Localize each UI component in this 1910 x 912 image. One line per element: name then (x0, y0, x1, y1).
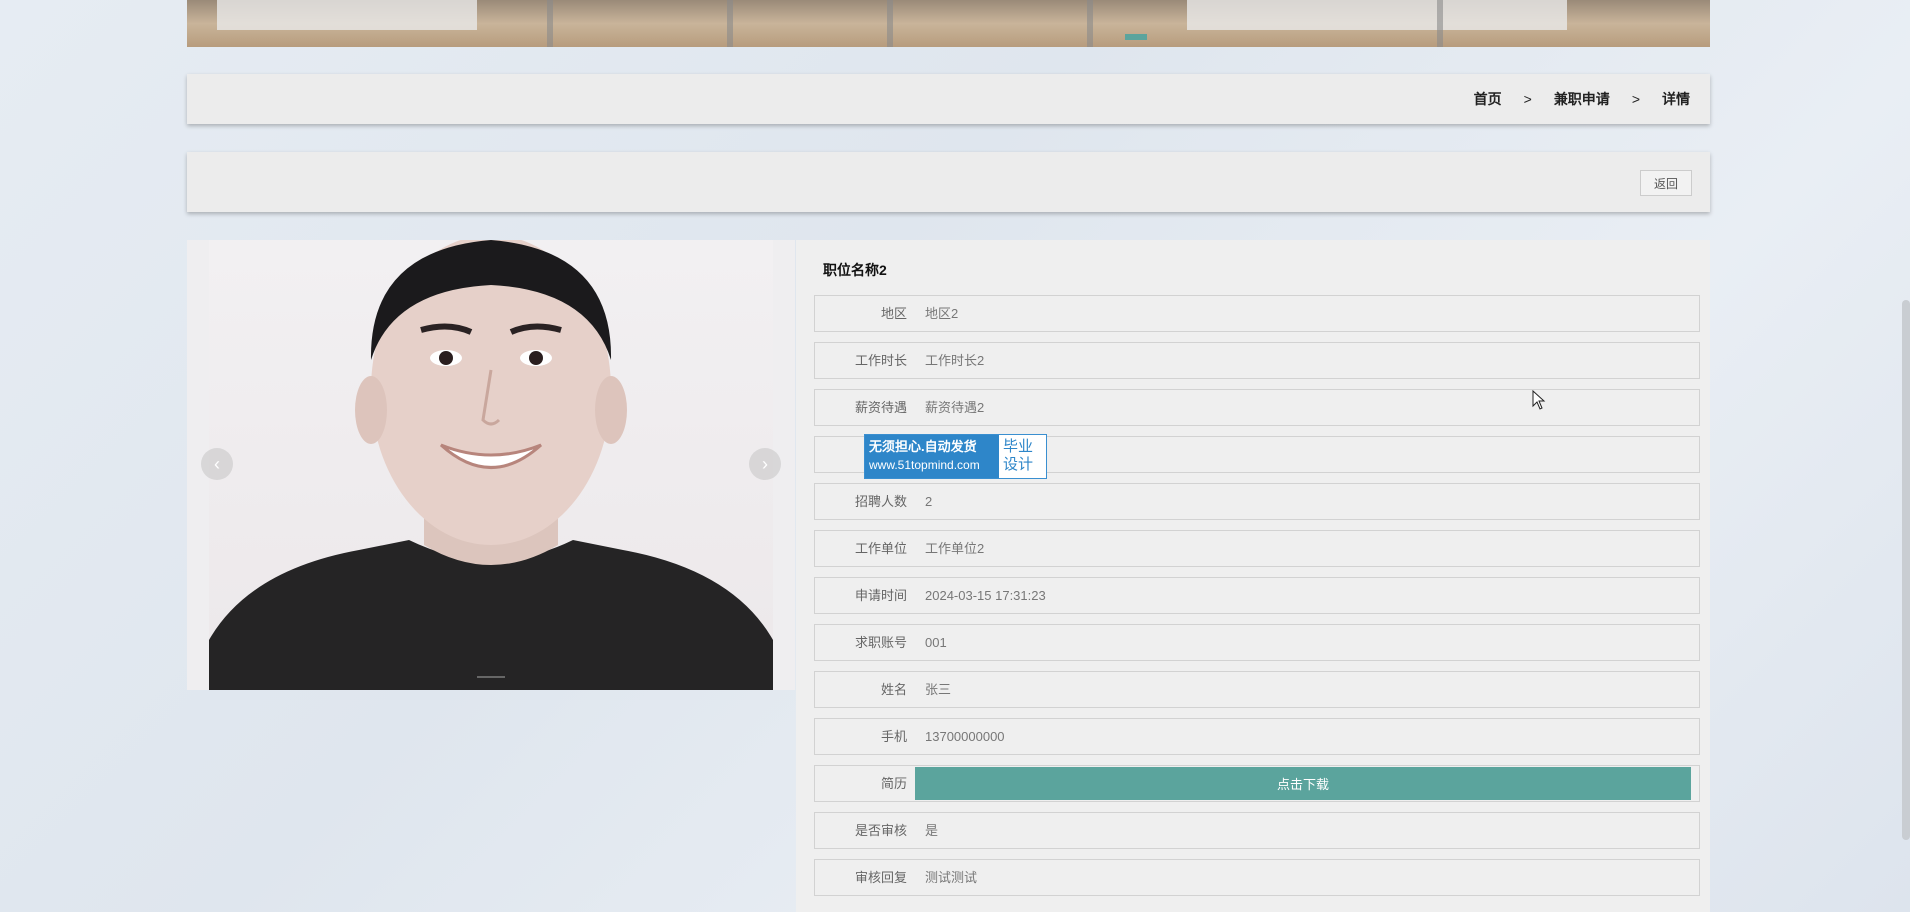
watermark-text: 无须担心.自动发货 www.51topmind.com (865, 435, 999, 478)
breadcrumb-section[interactable]: 兼职申请 (1554, 89, 1610, 109)
field-label: 工作单位 (854, 541, 907, 556)
field-label: 求职账号 (854, 635, 907, 650)
detail-row-headcount: 招聘人数 2 (814, 483, 1700, 520)
mouse-cursor-icon (1532, 390, 1546, 410)
banner-window (217, 0, 477, 30)
watermark-tag: 毕业 设计 (999, 435, 1046, 478)
detail-row-salary: 薪资待遇 薪资待遇2 (814, 389, 1700, 426)
banner-chair-leg (887, 0, 893, 47)
carousel-prev-button[interactable]: ‹ (201, 448, 233, 480)
watermark-tag-line1: 毕业 (1003, 438, 1034, 455)
page-scrollbar[interactable] (1902, 300, 1910, 840)
detail-row-phone: 手机 13700000000 (814, 718, 1700, 755)
carousel-indicator[interactable] (477, 676, 505, 678)
detail-row-apply-time: 申请时间 2024-03-15 17:31:23 (814, 577, 1700, 614)
field-value: 地区2 (925, 306, 959, 321)
field-label: 手机 (880, 729, 907, 744)
profile-photo (209, 240, 773, 690)
breadcrumb-separator: > (1631, 91, 1640, 107)
top-banner-image (187, 0, 1710, 47)
download-resume-button[interactable]: 点击下载 (915, 767, 1691, 800)
banner-chair-leg (547, 0, 553, 47)
watermark-tag-line2: 设计 (1003, 456, 1034, 473)
field-label: 审核回复 (854, 870, 907, 885)
field-value: 2 (925, 494, 933, 509)
back-button[interactable]: 返回 (1640, 170, 1692, 196)
detail-row-resume: 简历 点击下载 (814, 765, 1700, 802)
breadcrumb-separator: > (1523, 91, 1532, 107)
carousel-next-button[interactable]: › (749, 448, 781, 480)
breadcrumb: 首页 > 兼职申请 > 详情 (1474, 74, 1690, 124)
banner-indicator[interactable] (1125, 34, 1147, 40)
field-label: 薪资待遇 (854, 400, 907, 415)
portrait-illustration (209, 240, 773, 690)
banner-chair-leg (727, 0, 733, 47)
field-value: 2024-03-15 17:31:23 (925, 588, 1046, 603)
field-label: 招聘人数 (854, 494, 907, 509)
detail-row-region: 地区 地区2 (814, 295, 1700, 332)
field-value: 是 (925, 823, 939, 838)
action-bar: 返回 (187, 152, 1710, 212)
image-carousel: ‹ › (187, 240, 795, 690)
banner-chair-leg (1087, 0, 1093, 47)
field-value: 薪资待遇2 (925, 400, 985, 415)
detail-row-review-reply: 审核回复 测试测试 (814, 859, 1700, 896)
watermark-url: www.51topmind.com (869, 458, 980, 472)
watermark-line1: 无须担心.自动发货 (869, 439, 977, 454)
field-label: 简历 (880, 776, 907, 791)
job-title: 职位名称2 (823, 262, 887, 278)
breadcrumb-home[interactable]: 首页 (1474, 89, 1502, 109)
banner-chair-leg (1437, 0, 1443, 47)
breadcrumb-bar: 首页 > 兼职申请 > 详情 (187, 74, 1710, 124)
field-label: 是否审核 (854, 823, 907, 838)
field-value: 张三 (925, 682, 952, 697)
breadcrumb-current: 详情 (1662, 91, 1690, 107)
watermark-badge: 无须担心.自动发货 www.51topmind.com 毕业 设计 (864, 434, 1047, 479)
detail-row-work-hours: 工作时长 工作时长2 (814, 342, 1700, 379)
field-value: 工作时长2 (925, 353, 985, 368)
detail-row-reviewed: 是否审核 是 (814, 812, 1700, 849)
job-detail-panel: 职位名称2 地区 地区2 工作时长 工作时长2 薪资待遇 薪资待遇2 行 招聘人… (796, 240, 1710, 912)
banner-window (1187, 0, 1567, 30)
field-value: 测试测试 (925, 870, 978, 885)
field-label: 工作时长 (854, 353, 907, 368)
field-label: 地区 (880, 306, 907, 321)
field-label: 申请时间 (854, 588, 907, 603)
detail-row-employer: 工作单位 工作单位2 (814, 530, 1700, 567)
detail-row-name: 姓名 张三 (814, 671, 1700, 708)
field-label: 姓名 (880, 682, 907, 697)
field-value: 13700000000 (925, 729, 1005, 744)
detail-row-account: 求职账号 001 (814, 624, 1700, 661)
field-value: 工作单位2 (925, 541, 985, 556)
field-value: 001 (925, 635, 947, 650)
